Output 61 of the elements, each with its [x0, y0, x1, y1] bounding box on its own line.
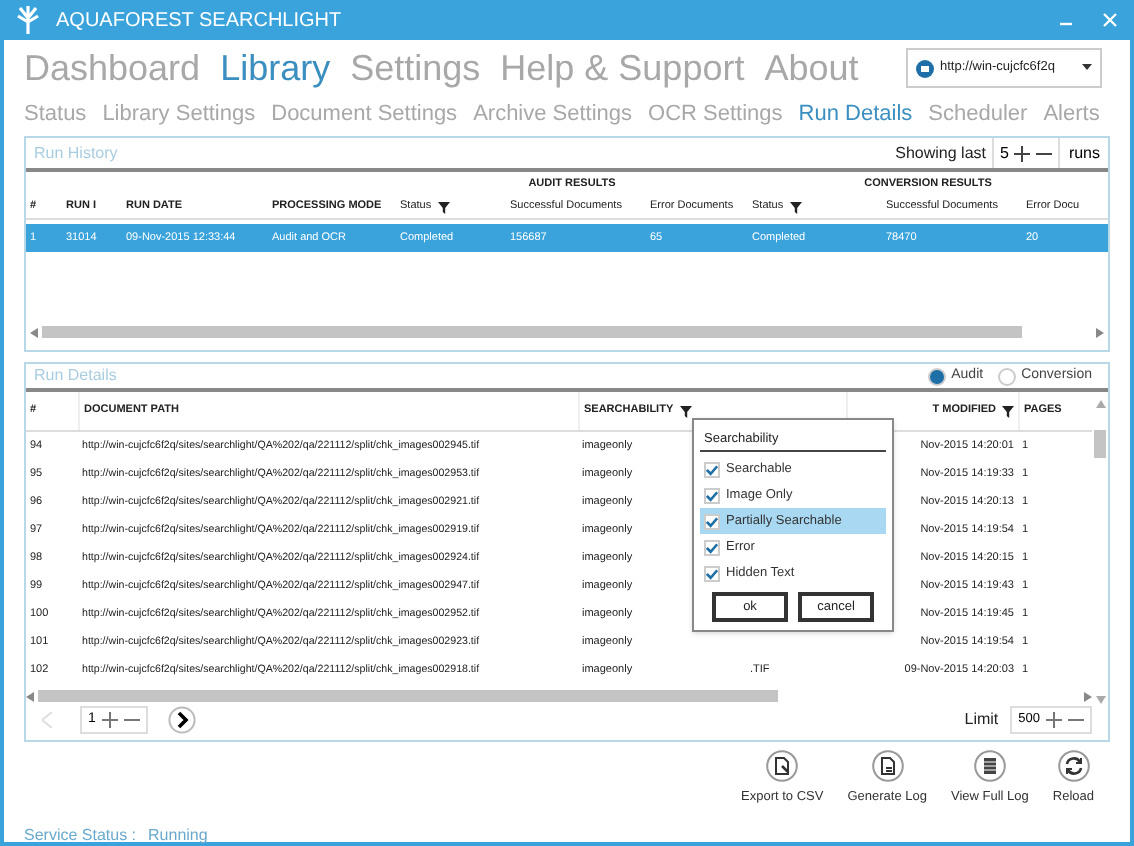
checkbox[interactable] — [704, 539, 720, 555]
check-icon — [706, 567, 718, 579]
checkbox[interactable] — [704, 461, 720, 477]
next-icon[interactable] — [167, 706, 196, 734]
plus-icon[interactable] — [1014, 145, 1031, 161]
horizontal-scrollbar[interactable] — [26, 688, 1092, 704]
panel-title: Run Details — [34, 364, 119, 388]
scroll-right-icon[interactable] — [1096, 327, 1104, 337]
filter-icon[interactable] — [1002, 405, 1014, 417]
radio-button[interactable] — [997, 367, 1016, 385]
subnav-tab[interactable]: Run Details — [798, 97, 913, 131]
checkbox[interactable] — [704, 513, 720, 529]
nav-tab[interactable]: Settings — [350, 50, 481, 86]
check-icon — [706, 463, 718, 475]
status-value: Running — [148, 823, 208, 846]
close-icon[interactable] — [1102, 12, 1118, 28]
nav-tab[interactable]: Library — [220, 50, 331, 86]
document-magnifier-icon — [766, 750, 799, 782]
subnav-tab[interactable]: Document Settings — [271, 97, 458, 131]
check-icon — [706, 489, 718, 501]
radio-button[interactable] — [927, 367, 946, 385]
nav-tab[interactable]: About — [764, 50, 859, 86]
showing-label: Showing last — [895, 141, 986, 165]
scrollbar-thumb[interactable] — [1094, 430, 1106, 458]
list-icon — [973, 750, 1006, 782]
run-count: 5 — [999, 141, 1009, 165]
subnav-tab[interactable]: Scheduler — [928, 97, 1028, 131]
nav-tab[interactable]: Help & Support — [500, 50, 745, 86]
server-icon — [916, 59, 934, 77]
caret-icon — [1082, 64, 1092, 72]
plus-icon[interactable] — [101, 712, 118, 728]
scroll-right-icon[interactable] — [1084, 691, 1092, 701]
scroll-up-icon[interactable] — [1095, 400, 1105, 408]
subnav-tab[interactable]: Library Settings — [102, 97, 256, 131]
window-title: AQUAFOREST SEARCHLIGHT — [56, 7, 344, 35]
subnav-tab[interactable]: OCR Settings — [648, 97, 783, 131]
scrollbar-thumb[interactable] — [42, 326, 1022, 338]
limit-label: Limit — [964, 708, 999, 732]
filter-icon[interactable] — [679, 405, 692, 417]
status-label: Service Status : — [24, 823, 137, 846]
subnav-tab[interactable]: Status — [24, 97, 87, 131]
document-icon — [871, 750, 904, 782]
scroll-left-icon[interactable] — [26, 691, 34, 701]
horizontal-scrollbar[interactable] — [30, 324, 1104, 340]
tree-logo-icon — [16, 6, 40, 34]
filter-icon[interactable] — [437, 202, 450, 214]
subnav-tab[interactable]: Alerts — [1043, 97, 1100, 131]
nav-tab[interactable]: Dashboard — [24, 50, 201, 86]
plus-icon[interactable] — [1046, 712, 1062, 728]
check-icon — [706, 541, 718, 553]
check-icon — [706, 515, 718, 527]
panel-title: Run History — [34, 141, 120, 165]
scrollbar-thumb[interactable] — [38, 690, 778, 702]
checkbox[interactable] — [704, 487, 720, 503]
checkbox[interactable] — [704, 565, 720, 581]
scroll-down-icon[interactable] — [1095, 696, 1105, 704]
reload-icon — [1057, 750, 1090, 782]
runs-label: runs — [1068, 141, 1100, 165]
filter-icon[interactable] — [789, 202, 802, 214]
subnav-tab[interactable]: Archive Settings — [473, 97, 633, 131]
scroll-left-icon[interactable] — [30, 327, 38, 337]
